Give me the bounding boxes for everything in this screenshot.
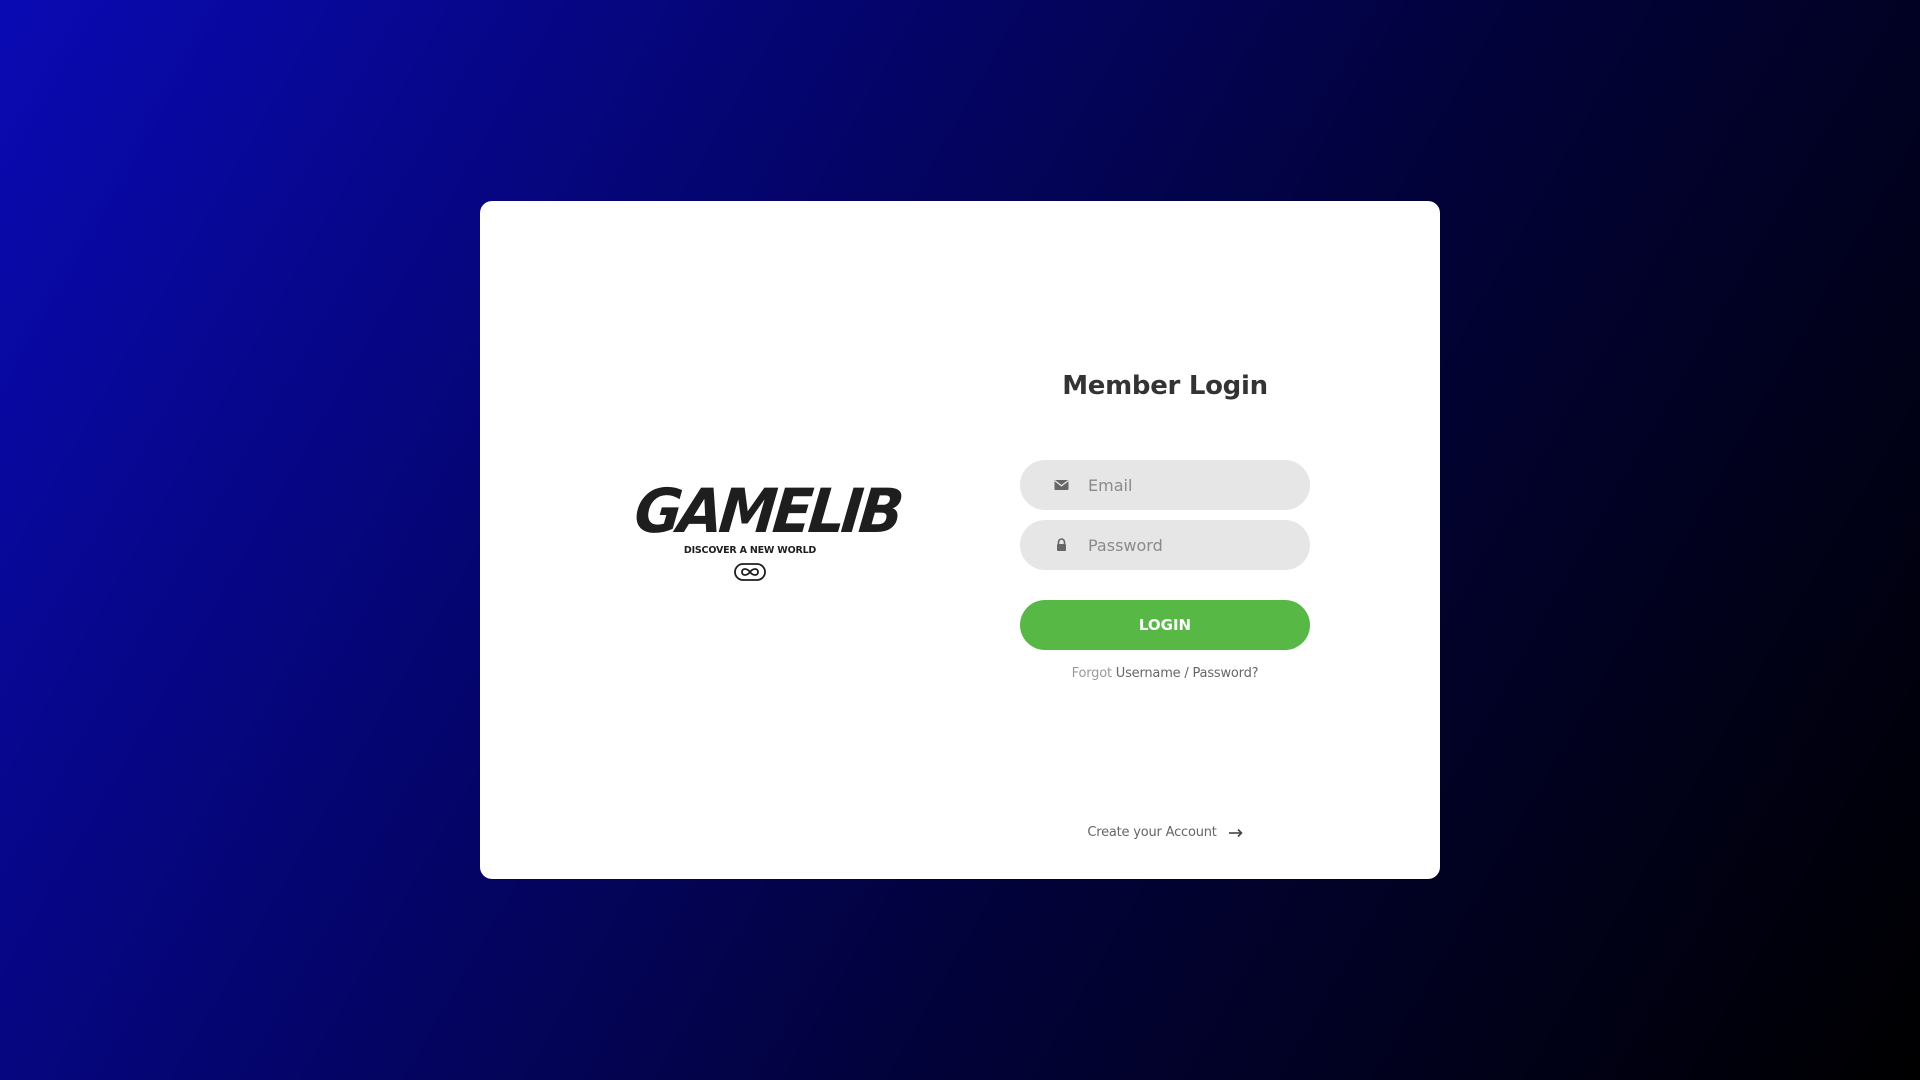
password-field-wrapper[interactable] — [1020, 520, 1310, 570]
email-field-wrapper[interactable] — [1020, 460, 1310, 510]
page-title: Member Login — [1062, 371, 1268, 401]
login-card: GAMELIB DISCOVER A NEW WORLD Member Logi… — [480, 201, 1440, 879]
logo-tagline: DISCOVER A NEW WORLD — [683, 545, 817, 556]
forgot-credentials: Forgot Username / Password? — [1020, 666, 1310, 681]
envelope-icon — [1054, 480, 1069, 490]
forgot-prefix: Forgot — [1071, 666, 1112, 681]
gamelib-logo: GAMELIB DISCOVER A NEW WORLD — [631, 475, 903, 593]
infinity-icon — [734, 563, 766, 581]
create-account: Create your Account — [1020, 825, 1310, 840]
lock-icon — [1057, 538, 1066, 551]
login-form: Member Login LOGIN Forgot Username / Pas… — [1020, 201, 1310, 879]
email-input[interactable] — [1088, 460, 1288, 510]
password-input[interactable] — [1088, 520, 1288, 570]
login-button[interactable]: LOGIN — [1020, 600, 1310, 650]
logo-wordmark: GAMELIB — [631, 475, 904, 547]
create-account-link[interactable]: Create your Account — [1087, 825, 1243, 840]
arrow-right-icon — [1228, 828, 1243, 837]
forgot-credentials-link[interactable]: Username / Password? — [1116, 666, 1259, 681]
create-account-label: Create your Account — [1087, 825, 1217, 840]
